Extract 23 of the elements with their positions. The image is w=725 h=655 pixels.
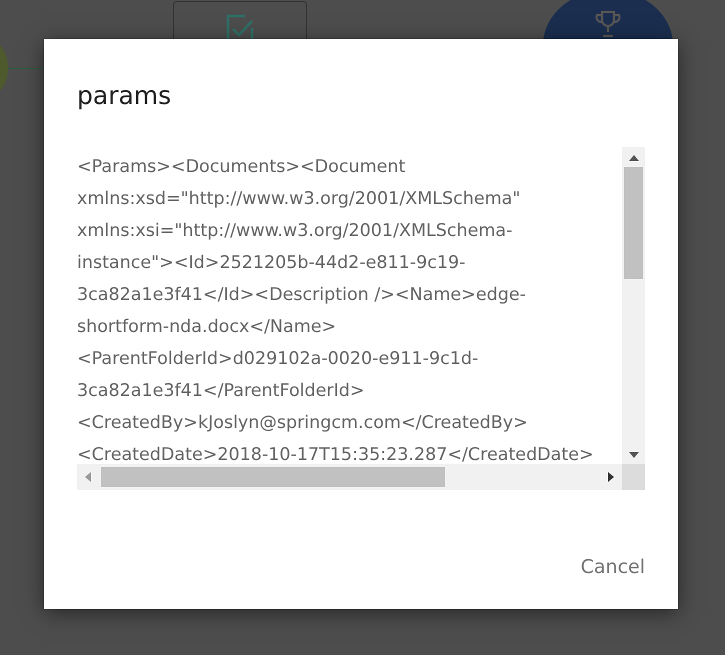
scrollbar-thumb[interactable]: [624, 167, 643, 279]
vertical-scrollbar[interactable]: [622, 147, 645, 464]
scroll-right-icon[interactable]: [608, 472, 614, 482]
scroll-down-icon[interactable]: [628, 452, 638, 458]
text-line: xmlns:xsi="http://www.w3.org/2001/XMLSchema-: [77, 220, 512, 243]
text-line: 3ca82a1e3f41</ParentFolderId>: [77, 380, 365, 403]
cancel-button[interactable]: Cancel: [580, 552, 645, 582]
scroll-up-icon[interactable]: [628, 155, 638, 161]
text-area[interactable]: [77, 147, 645, 490]
text-line: shortform-nda.docx</Name>: [77, 316, 336, 339]
horizontal-scrollbar[interactable]: [77, 464, 622, 490]
scrollbar-thumb[interactable]: [101, 467, 445, 487]
text-line: <ParentFolderId>d029102a-0020-e911-9c1d-: [77, 348, 478, 371]
text-line: <Params><Documents><Document: [77, 156, 406, 179]
text-line: instance"><Id>2521205b-44d2-e811-9c19-: [77, 252, 466, 275]
text-line: <CreatedDate>2018-10-17T15:35:23.287</CreatedDate>: [77, 444, 594, 464]
text-line: xmlns:xsd="http://www.w3.org/2001/XMLSchema": [77, 188, 520, 211]
text-line: 3ca82a1e3f41</Id><Description /><Name>edge-: [77, 284, 526, 307]
trophy-icon: [593, 9, 623, 39]
scrollbar-corner: [622, 464, 645, 490]
text-line: <CreatedBy>kJoslyn@springcm.com</CreatedBy>: [77, 412, 528, 435]
scroll-left-icon[interactable]: [85, 472, 91, 482]
dialog-title: params: [77, 80, 172, 112]
